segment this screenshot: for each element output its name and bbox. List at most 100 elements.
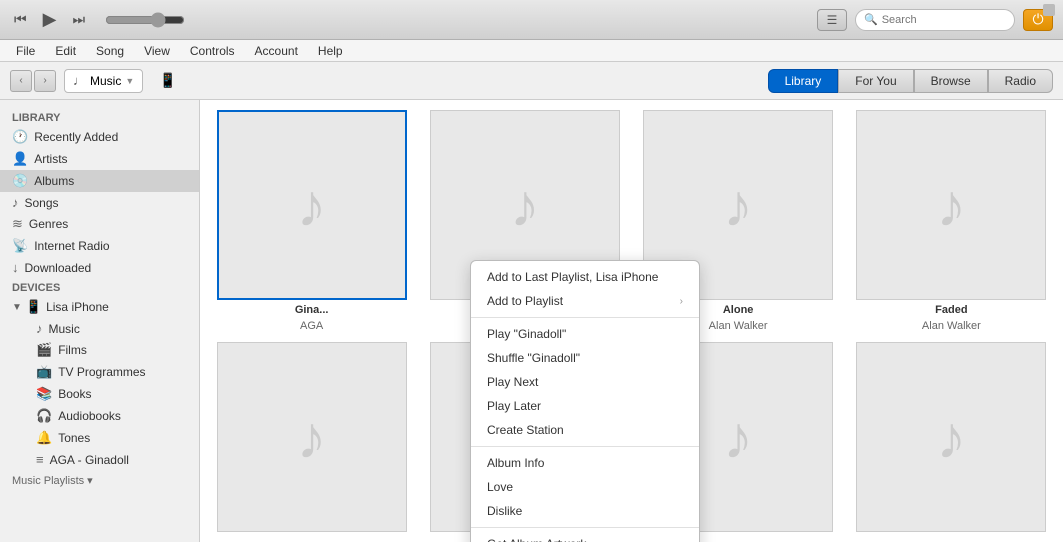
downloaded-icon: ↓ <box>12 260 19 275</box>
ctx-dislike[interactable]: Dislike <box>471 499 699 523</box>
library-section-title: Library <box>0 108 199 126</box>
minimize-button[interactable]: – <box>1043 4 1055 16</box>
books-icon: 📚 <box>36 386 52 402</box>
album-art-4[interactable]: ♪ <box>856 110 1046 300</box>
sidebar-item-tv-programmes[interactable]: 📺 TV Programmes <box>0 361 199 383</box>
album-title: Alone <box>723 304 754 316</box>
album-art-1[interactable]: ♪ <box>217 110 407 300</box>
menu-file[interactable]: File <box>8 42 43 60</box>
ctx-shuffle-ginadoll[interactable]: Shuffle "Ginadoll" <box>471 346 699 370</box>
submenu-arrow-icon: › <box>680 296 683 307</box>
sidebar-item-albums[interactable]: 💿 Albums <box>0 170 199 192</box>
sidebar-item-label: Books <box>58 387 91 401</box>
album-item: ♪ Gina... AGA <box>210 110 413 332</box>
ctx-add-to-playlist[interactable]: Add to Playlist › <box>471 289 699 313</box>
sidebar-item-label: Music <box>49 322 80 336</box>
songs-icon: ♪ <box>12 195 19 210</box>
album-art-note-icon: ♪ <box>297 171 327 240</box>
sidebar-item-label: Internet Radio <box>34 239 109 253</box>
sidebar-item-label: Downloaded <box>25 261 92 275</box>
sidebar-item-books[interactable]: 📚 Books <box>0 383 199 405</box>
forward-button[interactable]: ⏭ <box>68 9 89 30</box>
title-bar: ⏮ ▶ ⏭ ☰ 🔍 ⏻ – <box>0 0 1063 40</box>
ctx-play-later[interactable]: Play Later <box>471 394 699 418</box>
album-art-5[interactable]: ♪ <box>217 342 407 532</box>
transport-controls: ⏮ ▶ ⏭ <box>10 7 185 32</box>
volume-slider[interactable] <box>105 12 185 28</box>
tab-for-you[interactable]: For You <box>838 69 913 93</box>
ctx-separator-2 <box>471 446 699 447</box>
back-button[interactable]: ‹ <box>10 70 32 92</box>
sidebar-item-label: Audiobooks <box>58 409 121 423</box>
sidebar-item-downloaded[interactable]: ↓ Downloaded <box>0 257 199 278</box>
sidebar-item-genres[interactable]: ≋ Genres <box>0 213 199 235</box>
ctx-love[interactable]: Love <box>471 475 699 499</box>
sidebar-item-films[interactable]: 🎬 Films <box>0 339 199 361</box>
search-icon: 🔍 <box>864 13 878 26</box>
internet-radio-icon: 📡 <box>12 238 28 254</box>
device-header-lisa-iphone[interactable]: ▼ 📱 Lisa iPhone <box>0 296 199 318</box>
sidebar-item-label: TV Programmes <box>58 365 145 379</box>
tab-radio[interactable]: Radio <box>988 69 1053 93</box>
sidebar-item-label: Genres <box>29 217 68 231</box>
ctx-create-station[interactable]: Create Station <box>471 418 699 442</box>
ctx-album-info[interactable]: Album Info <box>471 451 699 475</box>
device-expand-icon: ▼ <box>12 302 22 313</box>
sidebar-item-recently-added[interactable]: 🕐 Recently Added <box>0 126 199 148</box>
album-title: Faded <box>935 304 967 316</box>
albums-icon: 💿 <box>12 173 28 189</box>
nav-bar: ‹ › ♩ Music ▼ 📱 Library For You Browse R… <box>0 62 1063 100</box>
rewind-button[interactable]: ⏮ <box>10 9 31 30</box>
sidebar-item-label: Tones <box>58 431 90 445</box>
album-art-note-icon: ♪ <box>297 403 327 472</box>
menu-help[interactable]: Help <box>310 42 351 60</box>
forward-button-nav[interactable]: › <box>34 70 56 92</box>
sidebar-item-music[interactable]: ♪ Music <box>0 318 199 339</box>
music-icon: ♪ <box>36 321 43 336</box>
chevron-down-icon: ▼ <box>125 76 134 86</box>
main-layout: Library 🕐 Recently Added 👤 Artists 💿 Alb… <box>0 100 1063 542</box>
ctx-get-album-artwork[interactable]: Get Album Artwork <box>471 532 699 542</box>
album-artist: AGA <box>300 320 323 332</box>
tab-browse[interactable]: Browse <box>914 69 988 93</box>
tab-library[interactable]: Library <box>768 69 839 93</box>
device-phone-icon: 📱 <box>26 299 42 315</box>
sidebar-item-audiobooks[interactable]: 🎧 Audiobooks <box>0 405 199 427</box>
context-menu: Add to Last Playlist, Lisa iPhone Add to… <box>470 260 700 542</box>
album-item: ♪ <box>210 342 413 532</box>
playlist-icon: ≡ <box>36 452 44 467</box>
menu-view[interactable]: View <box>136 42 178 60</box>
play-button[interactable]: ▶ <box>39 7 61 32</box>
ctx-play-ginadoll[interactable]: Play "Ginadoll" <box>471 322 699 346</box>
window-controls: – <box>1043 4 1055 16</box>
album-title: Gina... <box>295 304 329 316</box>
album-item: ♪ <box>850 342 1053 532</box>
music-playlists-footer[interactable]: Music Playlists ▾ <box>0 470 199 491</box>
album-art-8[interactable]: ♪ <box>856 342 1046 532</box>
ctx-play-next[interactable]: Play Next <box>471 370 699 394</box>
album-art-note-icon: ♪ <box>723 171 753 240</box>
tones-icon: 🔔 <box>36 430 52 446</box>
recently-added-icon: 🕐 <box>12 129 28 145</box>
ctx-add-to-last-playlist[interactable]: Add to Last Playlist, Lisa iPhone <box>471 265 699 289</box>
device-icon[interactable]: 📱 <box>159 72 176 89</box>
artists-icon: 👤 <box>12 151 28 167</box>
sidebar-item-artists[interactable]: 👤 Artists <box>0 148 199 170</box>
search-input[interactable] <box>882 14 1006 26</box>
music-selector[interactable]: ♩ Music ▼ <box>64 69 143 93</box>
ctx-separator-3 <box>471 527 699 528</box>
title-bar-right: ☰ 🔍 ⏻ <box>817 9 1053 31</box>
music-selector-label: Music <box>90 74 121 88</box>
menu-controls[interactable]: Controls <box>182 42 243 60</box>
films-icon: 🎬 <box>36 342 52 358</box>
sidebar-item-songs[interactable]: ♪ Songs <box>0 192 199 213</box>
genres-icon: ≋ <box>12 216 23 232</box>
sidebar-item-internet-radio[interactable]: 📡 Internet Radio <box>0 235 199 257</box>
sidebar-item-tones[interactable]: 🔔 Tones <box>0 427 199 449</box>
menu-account[interactable]: Account <box>247 42 306 60</box>
list-view-button[interactable]: ☰ <box>817 9 847 31</box>
sidebar-item-aga-ginadoll[interactable]: ≡ AGA - Ginadoll <box>0 449 199 470</box>
menu-song[interactable]: Song <box>88 42 132 60</box>
menu-edit[interactable]: Edit <box>47 42 84 60</box>
album-item: ♪ Faded Alan Walker <box>850 110 1053 332</box>
